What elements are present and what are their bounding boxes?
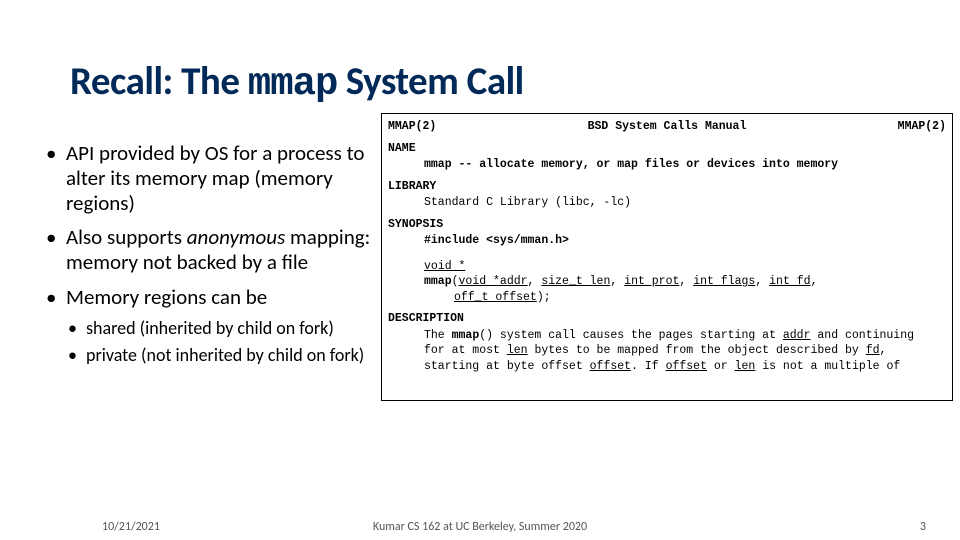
syn-a1: void *addr <box>459 275 528 288</box>
bullet-2-em: anonymous <box>187 224 286 250</box>
syn-a3: int prot <box>624 275 679 288</box>
desc-line-1: The mmap() system call causes the pages … <box>424 328 946 344</box>
sub-bullet-2: private (not inherited by child on fork) <box>66 345 376 367</box>
bullet-1-text: API provided by OS for a process to alte… <box>66 140 365 216</box>
name-line-text: mmap -- allocate memory, or map files or… <box>424 158 838 171</box>
syn-a2: size_t len <box>541 275 610 288</box>
syn-a5: int fd <box>769 275 810 288</box>
bullet-1: API provided by OS for a process to alte… <box>44 141 376 215</box>
manpage-header-right: MMAP(2) <box>898 119 946 135</box>
manpage-header-center: BSD System Calls Manual <box>588 119 747 135</box>
syn-a6: off_t offset <box>454 291 537 304</box>
synopsis-include-text: #include <sys/mman.h> <box>424 234 569 247</box>
title-suffix: System Call <box>337 58 523 105</box>
bullet-3-text: Memory regions can be <box>66 284 267 310</box>
bullet-2: Also supports anonymous mapping: memory … <box>44 225 376 275</box>
synopsis-return: void * <box>424 259 946 275</box>
synopsis-signature: mmap(void *addr, size_t len, int prot, i… <box>424 274 946 290</box>
synopsis-signature-2: off_t offset); <box>454 290 946 306</box>
manpage-panel: MMAP(2) BSD System Calls Manual MMAP(2) … <box>381 113 953 401</box>
title-code: mmap <box>248 62 338 106</box>
bullet-2-pre: Also supports <box>66 224 187 250</box>
desc-line-3: starting at byte offset offset. If offse… <box>424 359 946 375</box>
name-line: mmap -- allocate memory, or map files or… <box>424 157 946 173</box>
section-description: DESCRIPTION <box>388 311 946 327</box>
footer-center: Kumar CS 162 at UC Berkeley, Summer 2020 <box>0 520 960 534</box>
syn-fn: mmap <box>424 275 452 288</box>
slide-title: Recall: The mmap System Call <box>70 58 524 106</box>
footer-page-number: 3 <box>920 520 926 534</box>
manpage-header: MMAP(2) BSD System Calls Manual MMAP(2) <box>388 119 946 135</box>
title-prefix: Recall: The <box>70 58 248 105</box>
desc-line-2: for at most len bytes to be mapped from … <box>424 343 946 359</box>
library-line: Standard C Library (libc, -lc) <box>424 195 946 211</box>
section-library: LIBRARY <box>388 179 946 195</box>
sub-bullet-1: shared (inherited by child on fork) <box>66 318 376 340</box>
section-name: NAME <box>388 141 946 157</box>
section-synopsis: SYNOPSIS <box>388 217 946 233</box>
synopsis-include: #include <sys/mman.h> <box>424 233 946 249</box>
syn-a4: int flags <box>693 275 755 288</box>
bullet-column: API provided by OS for a process to alte… <box>44 141 376 377</box>
bullet-3: Memory regions can be shared (inherited … <box>44 285 376 367</box>
synopsis-return-type: void * <box>424 260 465 273</box>
manpage-header-left: MMAP(2) <box>388 119 436 135</box>
